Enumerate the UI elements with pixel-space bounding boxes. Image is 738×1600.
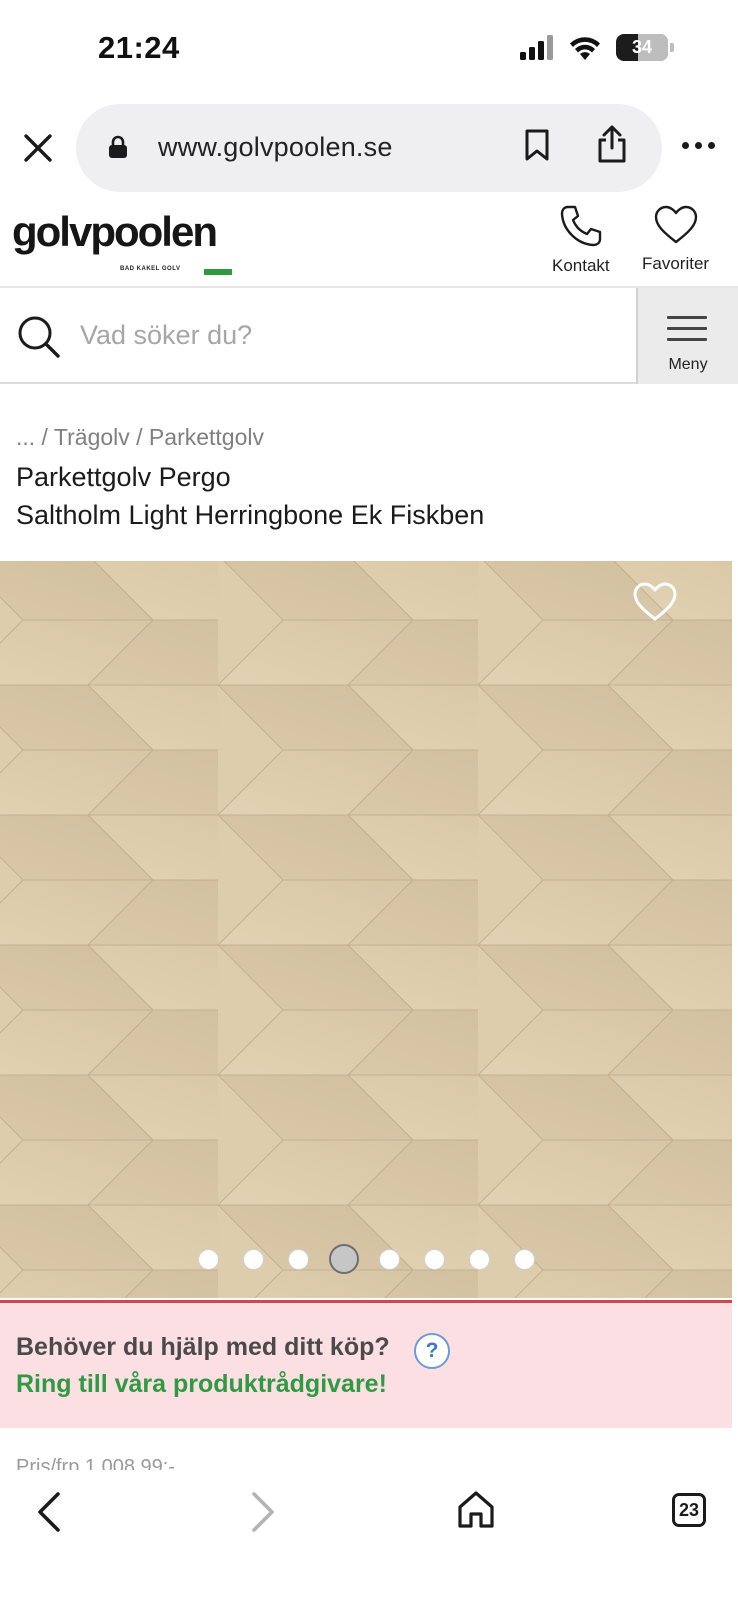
search-row: Meny [0,288,738,384]
cellular-signal-icon [520,34,553,60]
site-logo[interactable]: golvpoolen BAD KAKEL GOLV [12,208,232,275]
close-tab-button[interactable] [18,128,58,168]
gallery-dot[interactable] [197,1248,219,1270]
menu-button[interactable]: Meny [636,288,738,384]
hamburger-icon [667,316,707,349]
status-icons: 34 [520,34,674,61]
heart-outline-icon [633,582,677,621]
product-title-line1: Parkettgolv Pergo [16,462,231,492]
url-text: www.golvpoolen.se [158,132,393,162]
lock-icon [109,135,127,158]
contact-label: Kontakt [552,256,610,275]
search-icon [18,316,60,358]
address-bar[interactable]: www.golvpoolen.se [76,104,662,192]
battery-icon: 34 [616,34,674,61]
gallery-dot[interactable] [468,1248,490,1270]
product-title: Parkettgolv Pergo Saltholm Light Herring… [16,458,484,534]
more-options-icon[interactable] [682,142,715,149]
forward-icon[interactable] [248,1490,278,1534]
phone-icon [560,205,602,247]
product-image [0,561,732,1298]
gallery-dot-active[interactable] [328,1244,359,1274]
logo-tagline: BAD KAKEL GOLV [120,266,181,272]
close-icon [24,134,52,162]
bookmark-icon[interactable] [524,128,550,162]
gallery-dot[interactable] [513,1248,535,1270]
breadcrumb[interactable]: ... / Trägolv / Parkettgolv [16,424,264,451]
wifi-icon [570,36,600,60]
site-header: golvpoolen BAD KAKEL GOLV Kontakt Favori… [0,196,738,288]
product-title-line2: Saltholm Light Herringbone Ek Fiskben [16,500,485,530]
gallery-dot[interactable] [287,1248,309,1270]
search-input[interactable] [80,312,600,358]
heart-icon [654,205,697,244]
menu-label: Meny [668,356,708,373]
gallery-dot[interactable] [242,1248,264,1270]
logo-accent-bar [204,269,232,275]
browser-url-row: www.golvpoolen.se [0,104,738,192]
status-time: 21:24 [98,30,180,65]
help-question-icon[interactable]: ? [414,1333,450,1369]
product-image-gallery[interactable] [0,561,732,1298]
gallery-dot[interactable] [423,1248,445,1270]
favorites-button[interactable]: Favoriter [642,204,709,274]
call-advisors-link[interactable]: Ring till våra produktrådgivare! [16,1370,387,1399]
help-banner: Behöver du hjälp med ditt köp? ? Ring ti… [0,1300,732,1428]
help-question: Behöver du hjälp med ditt köp? [16,1333,390,1361]
share-icon[interactable] [596,124,628,164]
logo-text: golvpoolen [12,208,218,255]
contact-button[interactable]: Kontakt [552,204,610,276]
tabs-overview-button[interactable]: 23 [672,1493,706,1527]
gallery-dot[interactable] [378,1248,400,1270]
browser-toolbar: 23 [0,1470,738,1600]
status-bar: 21:24 34 [0,0,738,100]
battery-level: 34 [631,37,653,57]
add-to-favorites-button[interactable] [632,581,678,623]
back-icon[interactable] [34,1490,64,1534]
favorites-label: Favoriter [642,254,710,273]
home-icon[interactable] [456,1490,496,1530]
gallery-pagination [0,1244,732,1274]
